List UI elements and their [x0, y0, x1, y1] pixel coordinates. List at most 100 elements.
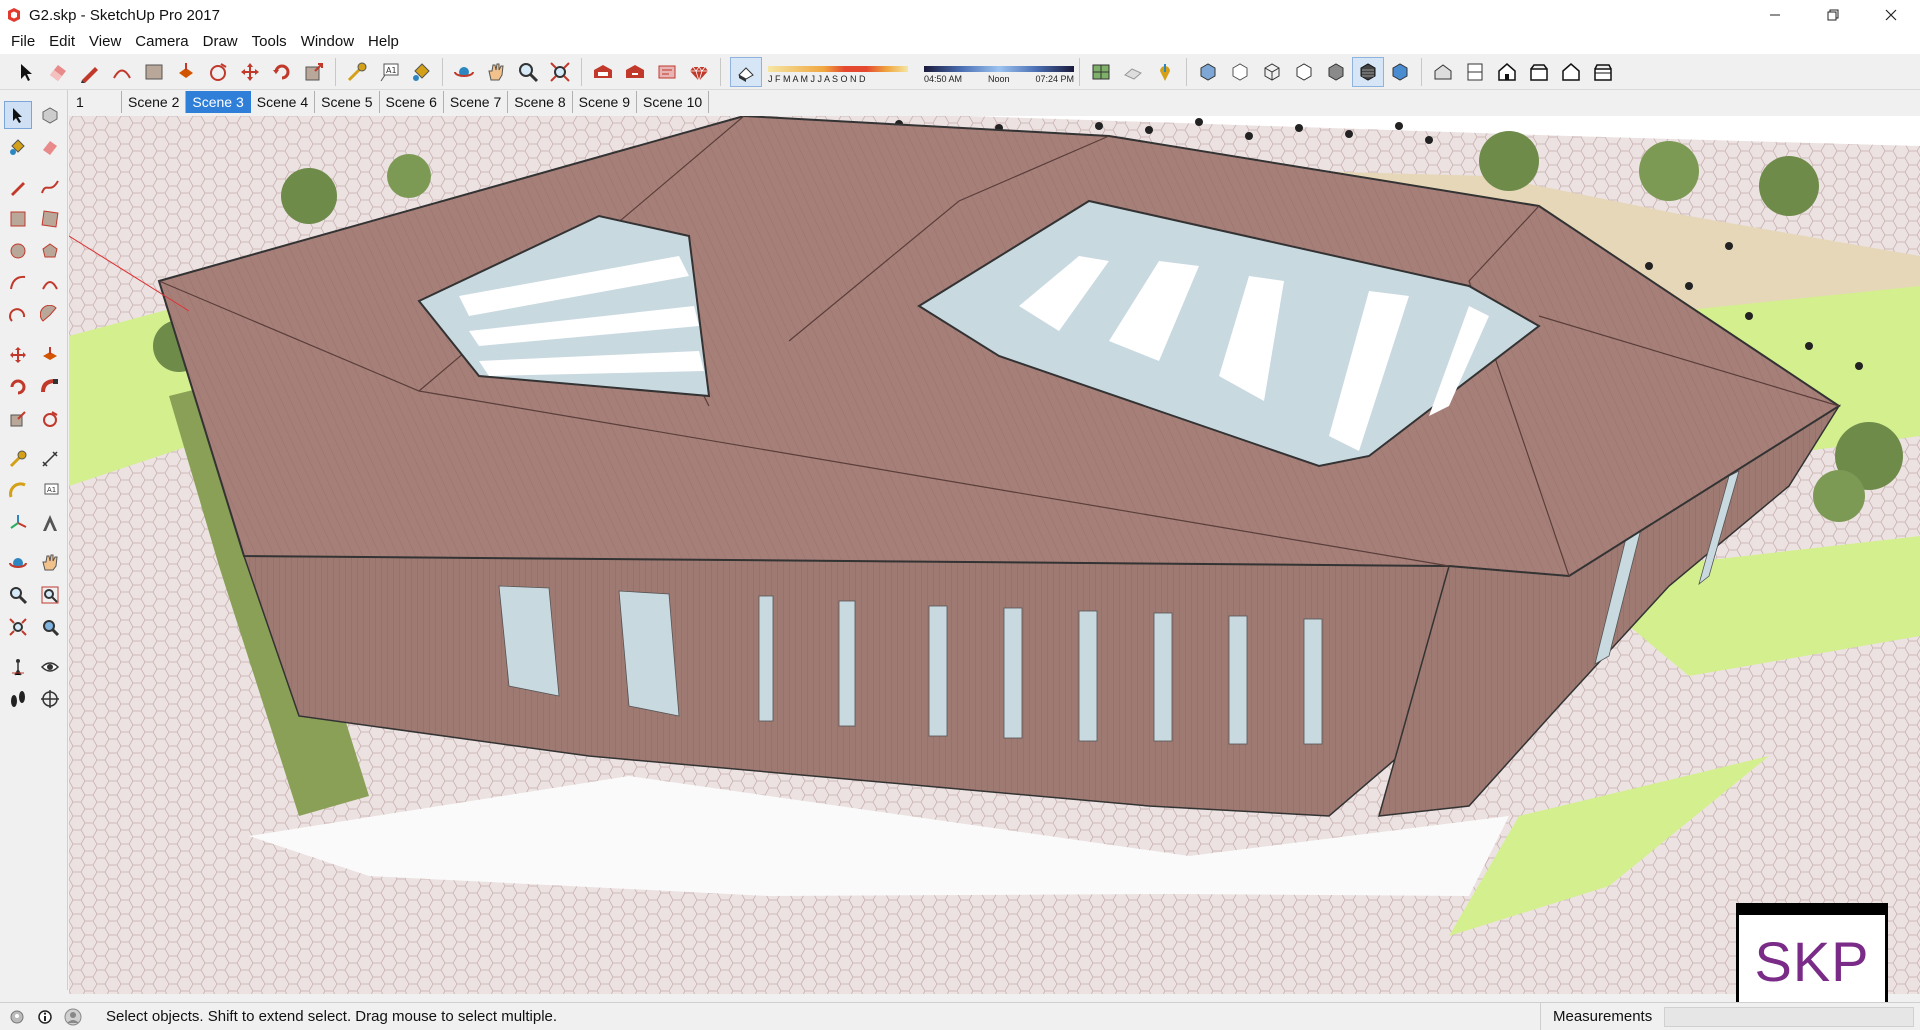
- position-camera-button[interactable]: [4, 653, 32, 681]
- two-point-arc-button[interactable]: [36, 269, 64, 297]
- paint-bucket-tool-button[interactable]: [405, 57, 437, 87]
- scene-tab-8[interactable]: Scene 8: [508, 91, 573, 113]
- offset-button[interactable]: [36, 405, 64, 433]
- scale-button[interactable]: [4, 405, 32, 433]
- arc-button[interactable]: [4, 269, 32, 297]
- move-button[interactable]: [4, 341, 32, 369]
- pie-button[interactable]: [36, 301, 64, 329]
- make-component-button[interactable]: [36, 101, 64, 129]
- model-viewport[interactable]: [69, 116, 1920, 994]
- tape-measure-button[interactable]: [4, 445, 32, 473]
- 3d-text-button[interactable]: [36, 509, 64, 537]
- menu-file[interactable]: File: [4, 30, 42, 54]
- orbit-button[interactable]: [4, 549, 32, 577]
- look-around-button[interactable]: [36, 653, 64, 681]
- menu-edit[interactable]: Edit: [42, 30, 82, 54]
- menu-draw[interactable]: Draw: [196, 30, 245, 54]
- shaded-button[interactable]: [1320, 57, 1352, 87]
- scene-tab-5[interactable]: Scene 5: [315, 91, 380, 113]
- freehand-button[interactable]: [36, 173, 64, 201]
- fog-button[interactable]: [1117, 57, 1149, 87]
- back-edges-button[interactable]: [1224, 57, 1256, 87]
- 3d-warehouse-button[interactable]: [587, 57, 619, 87]
- push-pull-tool-button[interactable]: [170, 57, 202, 87]
- add-location-button[interactable]: [1149, 57, 1181, 87]
- zoom-extents-button[interactable]: [544, 57, 576, 87]
- zoom-button[interactable]: [4, 581, 32, 609]
- orbit-tool-button[interactable]: [448, 57, 480, 87]
- circle-button[interactable]: [4, 237, 32, 265]
- dimension-button[interactable]: [36, 445, 64, 473]
- scene-tab-3[interactable]: Scene 3: [186, 91, 251, 113]
- scene-tab-2[interactable]: Scene 2: [122, 91, 187, 113]
- previous-view-button[interactable]: [36, 613, 64, 641]
- left-view-button[interactable]: [1587, 57, 1619, 87]
- push-pull-button[interactable]: [36, 341, 64, 369]
- shape-tool-button[interactable]: [138, 57, 170, 87]
- close-button[interactable]: [1862, 0, 1920, 30]
- menu-help[interactable]: Help: [361, 30, 406, 54]
- share-model-button[interactable]: [619, 57, 651, 87]
- instructor-status[interactable]: [34, 1006, 56, 1028]
- shaded-textures-button[interactable]: [1352, 56, 1384, 87]
- pan-button[interactable]: [36, 549, 64, 577]
- xray-style-button[interactable]: [1192, 57, 1224, 87]
- offset-tool-button[interactable]: [202, 57, 234, 87]
- measurements-input[interactable]: [1664, 1007, 1914, 1027]
- zoom-extents-button[interactable]: [4, 613, 32, 641]
- follow-me-button[interactable]: [36, 373, 64, 401]
- line-tool-button[interactable]: [74, 57, 106, 87]
- zoom-window-button[interactable]: [36, 581, 64, 609]
- scene-tab-6[interactable]: Scene 6: [380, 91, 444, 113]
- top-view-button[interactable]: [1459, 57, 1491, 87]
- monochrome-button[interactable]: [1384, 57, 1416, 87]
- eraser-button[interactable]: [36, 133, 64, 161]
- hidden-line-button[interactable]: [1288, 57, 1320, 87]
- select-tool-button[interactable]: [10, 57, 42, 87]
- back-view-button[interactable]: [1555, 57, 1587, 87]
- scene-tab-4[interactable]: Scene 4: [251, 91, 316, 113]
- scene-tab-9[interactable]: Scene 9: [573, 91, 637, 113]
- walk-button[interactable]: [4, 685, 32, 713]
- menu-camera[interactable]: Camera: [128, 30, 195, 54]
- menu-window[interactable]: Window: [294, 30, 361, 54]
- scene-tab-10[interactable]: Scene 10: [637, 91, 710, 113]
- right-view-button[interactable]: [1523, 57, 1555, 87]
- axes-button[interactable]: [4, 509, 32, 537]
- user-account-status[interactable]: [62, 1006, 84, 1028]
- text-tool-button[interactable]: A1: [373, 57, 405, 87]
- polygon-button[interactable]: [36, 237, 64, 265]
- rotate-button[interactable]: [4, 373, 32, 401]
- extension-manager-button[interactable]: [683, 57, 715, 87]
- menu-view[interactable]: View: [82, 30, 128, 54]
- rectangle-button[interactable]: [4, 205, 32, 233]
- shadow-toggle-button[interactable]: [730, 56, 762, 87]
- tape-measure-tool-button[interactable]: [341, 57, 373, 87]
- move-tool-button[interactable]: [234, 57, 266, 87]
- zoom-tool-button[interactable]: [512, 57, 544, 87]
- protractor-button[interactable]: [4, 477, 32, 505]
- extension-warehouse-button[interactable]: [651, 57, 683, 87]
- select-tool-button[interactable]: [4, 101, 32, 129]
- scene-tab-7[interactable]: Scene 7: [444, 91, 509, 113]
- line-button[interactable]: [4, 173, 32, 201]
- scale-tool-button[interactable]: [298, 57, 330, 87]
- three-point-arc-button[interactable]: [4, 301, 32, 329]
- pan-tool-button[interactable]: [480, 57, 512, 87]
- time-slider[interactable]: 04:50 AM Noon 07:24 PM: [924, 57, 1074, 87]
- rotated-rectangle-button[interactable]: [36, 205, 64, 233]
- text-button[interactable]: A1: [36, 477, 64, 505]
- scene-tab-1[interactable]: 1: [70, 91, 122, 113]
- section-plane-button[interactable]: [36, 685, 64, 713]
- menu-tools[interactable]: Tools: [245, 30, 294, 54]
- front-view-button[interactable]: [1491, 57, 1523, 87]
- paint-bucket-button[interactable]: [4, 133, 32, 161]
- wireframe-button[interactable]: [1256, 57, 1288, 87]
- arc-tool-button[interactable]: [106, 57, 138, 87]
- iso-view-button[interactable]: [1427, 57, 1459, 87]
- sandbox-tool-button[interactable]: [1085, 57, 1117, 87]
- date-slider[interactable]: J F M A M J J A S O N D: [768, 57, 908, 87]
- minimize-button[interactable]: [1746, 0, 1804, 30]
- geo-location-status[interactable]: [6, 1006, 28, 1028]
- restore-button[interactable]: [1804, 0, 1862, 30]
